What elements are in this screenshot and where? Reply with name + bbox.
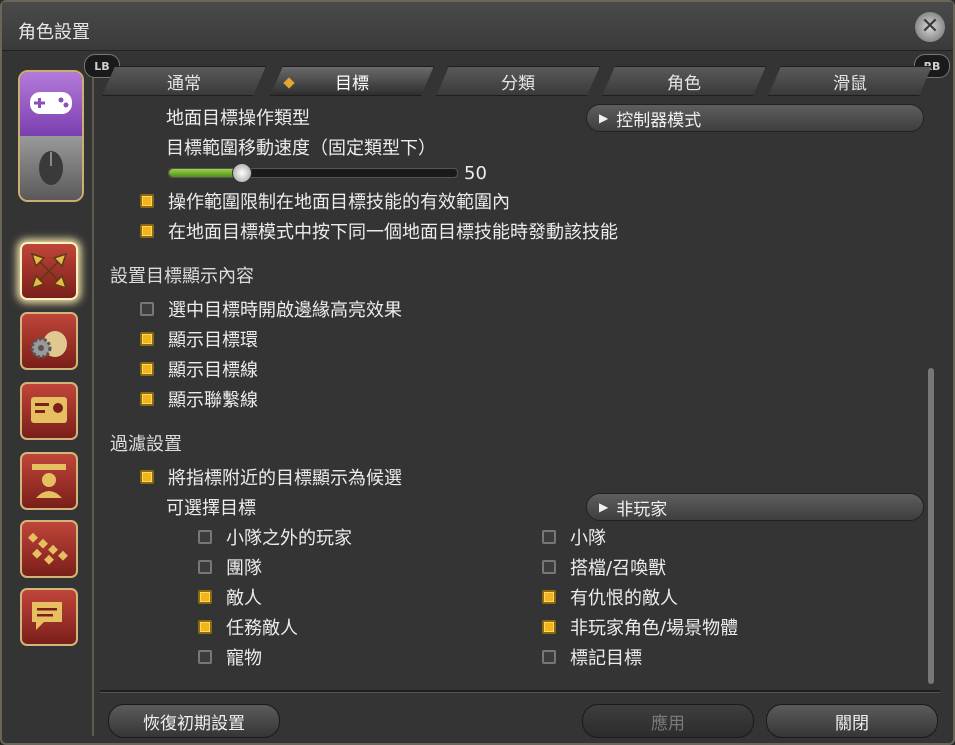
filter-other-players[interactable]: 小隊之外的玩家 <box>198 524 352 550</box>
checkbox[interactable] <box>140 224 154 238</box>
checkbox[interactable] <box>140 470 154 484</box>
option-label: 任務敵人 <box>226 618 298 639</box>
mouse-icon[interactable] <box>20 136 82 200</box>
crossed-arrows-icon[interactable] <box>20 242 78 300</box>
option-edge-highlight[interactable]: 選中目標時開啟邊緣高亮效果 <box>140 296 402 322</box>
checkbox[interactable] <box>542 560 556 574</box>
tab-mouse[interactable]: 滑鼠 <box>768 66 932 96</box>
option-link-line[interactable]: 顯示聯繫線 <box>140 386 258 412</box>
scrollbar[interactable] <box>928 368 934 684</box>
slider-fill <box>169 169 241 177</box>
checkbox[interactable] <box>198 650 212 664</box>
option-label: 將指標附近的目標顯示為候選 <box>168 468 402 489</box>
checkbox[interactable] <box>542 590 556 604</box>
window-title: 角色設置 <box>18 22 90 43</box>
ground-op-type-label: 地面目標操作類型 <box>166 108 310 129</box>
option-label: 寵物 <box>226 648 262 669</box>
filter-party[interactable]: 小隊 <box>542 524 606 550</box>
option-label: 操作範圍限制在地面目標技能的有效範圍內 <box>168 192 510 213</box>
checkbox[interactable] <box>140 362 154 376</box>
option-label: 顯示聯繫線 <box>168 390 258 411</box>
option-show-nearby-candidates[interactable]: 將指標附近的目標顯示為候選 <box>140 464 402 490</box>
option-activate-same-skill[interactable]: 在地面目標模式中按下同一個地面目標技能時發動該技能 <box>140 218 618 244</box>
checkbox[interactable] <box>198 560 212 574</box>
checkbox[interactable] <box>140 194 154 208</box>
dropdown-value: 控制器模式 <box>616 110 702 131</box>
filter-enemies[interactable]: 敵人 <box>198 584 262 610</box>
filter-pets[interactable]: 寵物 <box>198 644 262 670</box>
filter-alliance[interactable]: 團隊 <box>198 554 262 580</box>
checkbox[interactable] <box>140 302 154 316</box>
option-label: 顯示目標線 <box>168 360 258 381</box>
tab-category[interactable]: 分類 <box>436 66 600 96</box>
checker-icon[interactable] <box>20 520 78 578</box>
selectable-target-dropdown[interactable]: ▶ 非玩家 <box>586 493 924 521</box>
speed-slider[interactable] <box>168 163 458 183</box>
display-section-heading: 設置目標顯示內容 <box>110 266 254 287</box>
settings-content: 地面目標操作類型 ▶ 控制器模式 目標範圍移動速度（固定類型下） 50 操作範圍… <box>100 100 940 688</box>
option-target-line[interactable]: 顯示目標線 <box>140 356 258 382</box>
option-label: 有仇恨的敵人 <box>570 588 678 609</box>
checkbox[interactable] <box>140 392 154 406</box>
character-icon[interactable] <box>20 452 78 510</box>
gear-bag-icon[interactable] <box>20 312 78 370</box>
filter-hostile-enemies[interactable]: 有仇恨的敵人 <box>542 584 678 610</box>
tab-bar: 通常 目標 分類 角色 滑鼠 <box>102 66 947 96</box>
option-label: 標記目標 <box>570 648 642 669</box>
checkbox[interactable] <box>198 620 212 634</box>
tab-label: 滑鼠 <box>833 73 867 94</box>
id-card-icon[interactable] <box>20 382 78 440</box>
checkbox[interactable] <box>542 620 556 634</box>
ground-op-type-dropdown[interactable]: ▶ 控制器模式 <box>586 104 924 132</box>
close-button[interactable]: 關閉 <box>766 704 938 738</box>
checkbox[interactable] <box>542 530 556 544</box>
reset-button[interactable]: 恢復初期設置 <box>108 704 280 738</box>
slider-knob[interactable] <box>232 163 252 183</box>
tab-label: 角色 <box>667 73 701 94</box>
gamepad-icon[interactable] <box>20 72 82 136</box>
option-label: 敵人 <box>226 588 262 609</box>
filter-npc-objects[interactable]: 非玩家角色/場景物體 <box>542 614 738 640</box>
chat-bubbles-icon[interactable] <box>20 588 78 646</box>
option-label: 搭檔/召喚獸 <box>570 558 667 579</box>
active-tab-marker-icon <box>283 77 295 89</box>
settings-window: 角色設置 ✕ LB RB 通常 目標 分類 角色 滑鼠 地面目標操作類型 ▶ 控… <box>0 0 955 745</box>
option-target-ring[interactable]: 顯示目標環 <box>140 326 258 352</box>
input-device-switch[interactable] <box>18 70 84 202</box>
filter-marked-targets[interactable]: 標記目標 <box>542 644 642 670</box>
category-rail <box>12 64 94 736</box>
close-icon[interactable]: ✕ <box>915 12 945 42</box>
option-label: 顯示目標環 <box>168 330 258 351</box>
tab-target[interactable]: 目標 <box>270 66 434 96</box>
tab-normal[interactable]: 通常 <box>102 66 266 96</box>
option-label: 團隊 <box>226 558 262 579</box>
title-bar: 角色設置 ✕ <box>2 2 953 51</box>
checkbox[interactable] <box>198 590 212 604</box>
tab-character[interactable]: 角色 <box>602 66 766 96</box>
play-triangle-icon: ▶ <box>599 111 609 125</box>
speed-label: 目標範圍移動速度（固定類型下） <box>166 138 436 159</box>
option-label: 非玩家角色/場景物體 <box>570 618 739 639</box>
apply-button[interactable]: 應用 <box>582 704 754 738</box>
tab-label: 分類 <box>501 73 535 94</box>
footer-divider <box>100 690 940 693</box>
filter-quest-enemies[interactable]: 任務敵人 <box>198 614 298 640</box>
option-label: 選中目標時開啟邊緣高亮效果 <box>168 300 402 321</box>
option-label: 小隊 <box>570 528 606 549</box>
tab-label: 目標 <box>335 73 369 94</box>
play-triangle-icon: ▶ <box>599 500 609 514</box>
checkbox[interactable] <box>140 332 154 346</box>
checkbox[interactable] <box>198 530 212 544</box>
filter-section-heading: 過濾設置 <box>110 434 182 455</box>
filter-companions[interactable]: 搭檔/召喚獸 <box>542 554 666 580</box>
option-label: 小隊之外的玩家 <box>226 528 352 549</box>
tab-label: 通常 <box>167 73 201 94</box>
option-limit-range[interactable]: 操作範圍限制在地面目標技能的有效範圍內 <box>140 188 510 214</box>
checkbox[interactable] <box>542 650 556 664</box>
option-label: 在地面目標模式中按下同一個地面目標技能時發動該技能 <box>168 222 618 243</box>
selectable-target-label: 可選擇目標 <box>166 498 256 519</box>
speed-value: 50 <box>464 162 487 184</box>
dropdown-value: 非玩家 <box>616 499 668 520</box>
